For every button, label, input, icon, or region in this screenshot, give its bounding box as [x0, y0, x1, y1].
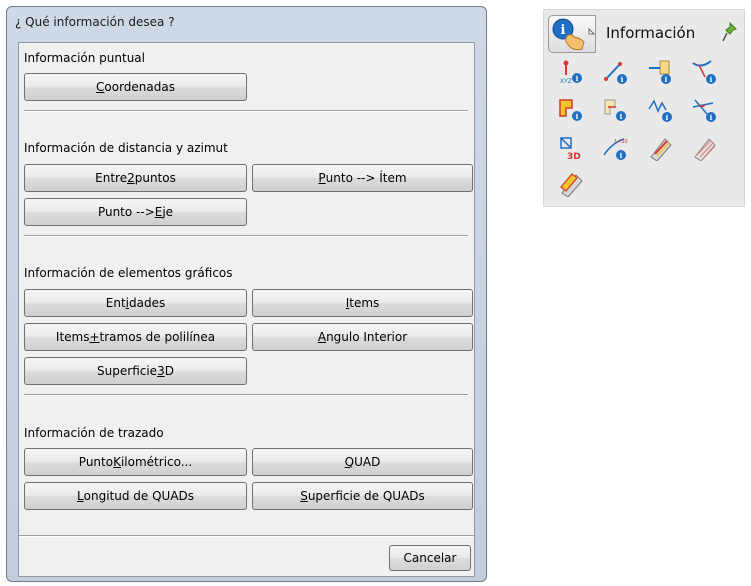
section-title-graphic-elements: Información de elementos gráficos [24, 266, 233, 280]
svg-text:i: i [576, 112, 579, 121]
dialog-title: ¿ Qué información desea ? [15, 15, 175, 29]
section-title-distance-azimuth: Información de distancia y azimut [24, 141, 228, 155]
items-info-icon[interactable]: i [602, 97, 628, 123]
coordenadas-button[interactable]: Coordenadas [24, 73, 247, 101]
svg-text:i: i [710, 75, 713, 84]
punto-eje-button[interactable]: Punto --> Eje [24, 198, 247, 226]
svg-text:i: i [576, 74, 579, 83]
svg-text:i: i [621, 75, 624, 84]
toolbar-logo[interactable]: i [548, 15, 596, 53]
punto-kilometrico-button[interactable]: Punto Kilométrico... [24, 448, 247, 476]
distance-two-points-icon[interactable]: i [602, 59, 628, 85]
svg-text:i: i [561, 23, 566, 38]
toolbar-header: i Información [548, 15, 740, 55]
informacion-toolbar: i Información XYZ i i i i i i i i 3D 1+2… [543, 9, 745, 207]
svg-text:3D: 3D [567, 152, 581, 161]
entidades-button[interactable]: Ent i dades [24, 289, 247, 317]
svg-text:i: i [620, 151, 623, 160]
svg-text:XYZ: XYZ [560, 78, 572, 85]
point-to-item-icon[interactable]: i [647, 59, 673, 85]
quad-icon[interactable] [647, 135, 673, 161]
toolbar-title: Información [606, 24, 696, 42]
svg-text:1+200: 1+200 [614, 139, 628, 145]
svg-text:i: i [666, 113, 669, 122]
section-title-alignment: Información de trazado [24, 426, 164, 440]
pin-icon[interactable] [721, 21, 739, 43]
info-dialog: ¿ Qué información desea ? Información pu… [6, 6, 487, 582]
section-title-punctual: Información puntual [24, 51, 145, 65]
separator [24, 394, 468, 396]
point-coordinates-xyz-icon[interactable]: XYZ i [558, 59, 584, 85]
dialog-client-area: Información puntual Coordenadas Informac… [18, 42, 475, 577]
svg-text:i: i [665, 75, 668, 84]
superficie-3d-button[interactable]: Superficie 3D [24, 357, 247, 385]
angulo-interior-button[interactable]: Angulo Interior [252, 323, 473, 351]
footer-separator [19, 535, 474, 537]
entre-2-puntos-button[interactable]: Entre 2 puntos [24, 164, 247, 192]
superficie-quads-button[interactable]: Superficie de QUADs [252, 482, 473, 510]
surface-3d-icon[interactable]: 3D [558, 135, 584, 161]
svg-text:i: i [710, 113, 713, 122]
items-polyline-segments-icon[interactable]: i [647, 97, 673, 123]
interior-angle-icon[interactable]: i [691, 97, 717, 123]
kilometric-point-icon[interactable]: 1+200 i [602, 135, 628, 161]
cancelar-button[interactable]: Cancelar [389, 545, 471, 571]
punto-item-button[interactable]: Punto --> Ítem [252, 164, 473, 192]
separator [24, 110, 468, 112]
quad-button[interactable]: Q UAD [252, 448, 473, 476]
items-tramos-button[interactable]: Items + tramos de polilínea [24, 323, 247, 351]
longitud-quads-button[interactable]: Longitud de QUADs [24, 482, 247, 510]
point-to-axis-icon[interactable]: i [691, 59, 717, 85]
quad-surface-icon[interactable] [558, 171, 584, 197]
svg-text:i: i [620, 112, 623, 121]
info-hand-icon: i [552, 18, 596, 51]
separator [24, 235, 468, 237]
quad-length-icon[interactable] [691, 135, 717, 161]
items-button[interactable]: Items [252, 289, 473, 317]
entities-info-icon[interactable]: i [558, 97, 584, 123]
